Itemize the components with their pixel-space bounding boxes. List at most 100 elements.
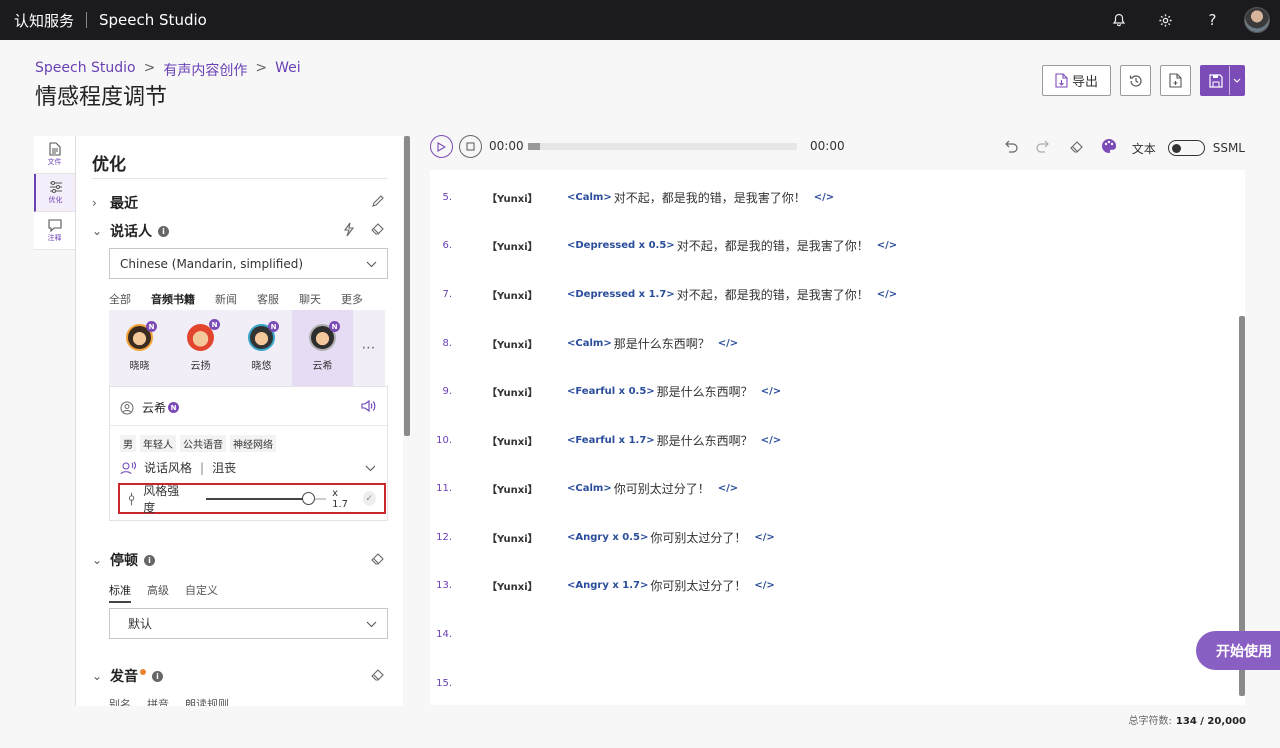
breadcrumb-audio-content[interactable]: 有声内容创作	[163, 60, 247, 80]
style-tag[interactable]: <Calm>	[567, 483, 612, 494]
style-tag[interactable]: <Fearful x 0.5>	[567, 386, 655, 397]
style-tag[interactable]: <Depressed x 0.5>	[567, 240, 675, 251]
check-icon[interactable]: ✓	[362, 491, 376, 506]
text-mode-label[interactable]: 文本	[1132, 140, 1156, 157]
palette-icon[interactable]	[1093, 138, 1126, 158]
pause-select[interactable]: 默认	[109, 608, 388, 639]
more-icon[interactable]: ⋯	[353, 310, 384, 386]
get-started-button[interactable]: 开始使用	[1196, 631, 1280, 670]
eraser-icon[interactable]	[370, 222, 385, 241]
close-tag[interactable]: </>	[718, 338, 738, 349]
new-file-button[interactable]	[1160, 65, 1191, 96]
ssml-mode-label[interactable]: SSML	[1213, 141, 1245, 155]
panel-scrollbar[interactable]	[404, 136, 410, 436]
tab-advanced[interactable]: 高级	[147, 582, 169, 603]
edit-icon[interactable]	[371, 194, 385, 212]
speaking-style-select[interactable]: 说话风格 | 沮丧	[120, 459, 376, 476]
line-content[interactable]: <Fearful x 1.7> 那是什么东西啊？ </>	[567, 432, 781, 449]
close-tag[interactable]: </>	[877, 240, 897, 251]
gear-icon[interactable]	[1142, 0, 1189, 40]
export-button[interactable]: 导出	[1042, 65, 1111, 96]
stop-button[interactable]	[459, 135, 482, 158]
eraser-icon[interactable]	[370, 552, 385, 569]
flash-icon[interactable]	[342, 222, 356, 241]
save-button[interactable]	[1200, 65, 1245, 96]
line-content[interactable]: <Angry x 0.5> 你可别太过分了！ </>	[567, 529, 775, 546]
line-content[interactable]: <Calm> 对不起，都是我的错，是我害了你！ </>	[567, 189, 834, 206]
close-tag[interactable]: </>	[754, 580, 774, 591]
tab-reading-rules[interactable]: 朗读规则	[185, 696, 229, 706]
info-icon[interactable]: i	[158, 225, 169, 237]
line-speaker[interactable]: 【Yunxi】	[487, 433, 538, 448]
tab-alias[interactable]: 别名	[109, 696, 131, 706]
line-speaker[interactable]: 【Yunxi】	[487, 481, 538, 496]
tab-standard[interactable]: 标准	[109, 582, 131, 603]
speaker-preview-icon[interactable]	[361, 399, 377, 417]
language-select[interactable]: Chinese (Mandarin, simplified)	[109, 248, 388, 279]
chevron-down-icon[interactable]	[1229, 66, 1244, 95]
tab-custom[interactable]: 自定义	[185, 582, 218, 603]
breadcrumb-project[interactable]: Wei	[275, 60, 301, 80]
line-speaker[interactable]: 【Yunxi】	[487, 578, 538, 593]
tab-customer-service[interactable]: 客服	[257, 291, 279, 312]
tab-all[interactable]: 全部	[109, 291, 131, 312]
style-tag[interactable]: <Depressed x 1.7>	[567, 289, 675, 300]
line-content[interactable]: <Depressed x 0.5> 对不起，都是我的错，是我害了你！ </>	[567, 237, 897, 254]
redo-icon[interactable]	[1027, 139, 1060, 157]
close-tag[interactable]: </>	[754, 532, 774, 543]
line-content[interactable]: <Angry x 1.7> 你可别太过分了！ </>	[567, 577, 775, 594]
history-button[interactable]	[1120, 65, 1151, 96]
brand-name[interactable]: 认知服务	[14, 10, 74, 31]
eraser-icon[interactable]	[1060, 139, 1093, 157]
tab-chat[interactable]: 聊天	[299, 291, 321, 312]
line-speaker[interactable]: 【Yunxi】	[487, 530, 538, 545]
breadcrumb-speech-studio[interactable]: Speech Studio	[35, 60, 136, 80]
line-speaker[interactable]: 【Yunxi】	[487, 238, 538, 253]
bell-icon[interactable]	[1095, 0, 1142, 40]
line-speaker[interactable]: 【Yunxi】	[487, 190, 538, 205]
line-speaker[interactable]: 【Yunxi】	[487, 287, 538, 302]
playback-progress[interactable]	[528, 143, 797, 150]
info-icon[interactable]: i	[152, 670, 163, 682]
sidenav-item-optimize[interactable]: 优化	[34, 174, 75, 212]
play-button[interactable]	[430, 135, 453, 158]
line-speaker[interactable]: 【Yunxi】	[487, 384, 538, 399]
close-tag[interactable]: </>	[718, 483, 738, 494]
close-tag[interactable]: </>	[761, 435, 781, 446]
tab-more[interactable]: 更多	[341, 291, 363, 312]
pronunciation-section-header[interactable]: ⌄ 发音 i	[92, 666, 163, 686]
line-content[interactable]: <Calm> 你可别太过分了！ </>	[567, 480, 738, 497]
tab-audiobook[interactable]: 音频书籍	[151, 291, 195, 312]
style-tag[interactable]: <Fearful x 1.7>	[567, 435, 655, 446]
close-tag[interactable]: </>	[761, 386, 781, 397]
speaker-section-header[interactable]: ⌄ 说话人 i	[92, 221, 169, 241]
pause-section-header[interactable]: ⌄ 停顿 i	[92, 550, 155, 570]
line-speaker[interactable]: 【Yunxi】	[487, 336, 538, 351]
close-tag[interactable]: </>	[877, 289, 897, 300]
sidenav-item-file[interactable]: 文件	[34, 136, 75, 174]
voice-card[interactable]: N 晓悠	[231, 310, 292, 386]
close-tag[interactable]: </>	[814, 192, 834, 203]
intensity-slider[interactable]	[206, 491, 327, 506]
style-tag[interactable]: <Angry x 1.7>	[567, 580, 648, 591]
voice-card[interactable]: N 云扬	[170, 310, 231, 386]
line-content[interactable]: <Fearful x 0.5> 那是什么东西啊？ </>	[567, 383, 781, 400]
help-icon[interactable]: ?	[1189, 0, 1236, 40]
progress-knob[interactable]	[528, 143, 540, 150]
undo-icon[interactable]	[994, 139, 1027, 157]
line-content[interactable]: <Calm> 那是什么东西啊？ </>	[567, 335, 738, 352]
script-editor[interactable]: 5. 【Yunxi】 <Calm> 对不起，都是我的错，是我害了你！ </> 6…	[430, 170, 1245, 705]
sidenav-item-comment[interactable]: 注释	[34, 212, 75, 250]
style-tag[interactable]: <Angry x 0.5>	[567, 532, 648, 543]
slider-thumb[interactable]	[302, 491, 316, 505]
style-tag[interactable]: <Calm>	[567, 192, 612, 203]
recent-section-header[interactable]: › 最近	[92, 193, 138, 213]
info-icon[interactable]: i	[144, 554, 155, 566]
voice-card-selected[interactable]: N 云希	[292, 310, 353, 386]
ssml-toggle[interactable]	[1167, 140, 1205, 156]
line-content[interactable]: <Depressed x 1.7> 对不起，都是我的错，是我害了你！ </>	[567, 286, 897, 303]
product-name[interactable]: Speech Studio	[99, 11, 207, 29]
style-tag[interactable]: <Calm>	[567, 338, 612, 349]
tab-pinyin[interactable]: 拼音	[147, 696, 169, 706]
tab-news[interactable]: 新闻	[215, 291, 237, 312]
